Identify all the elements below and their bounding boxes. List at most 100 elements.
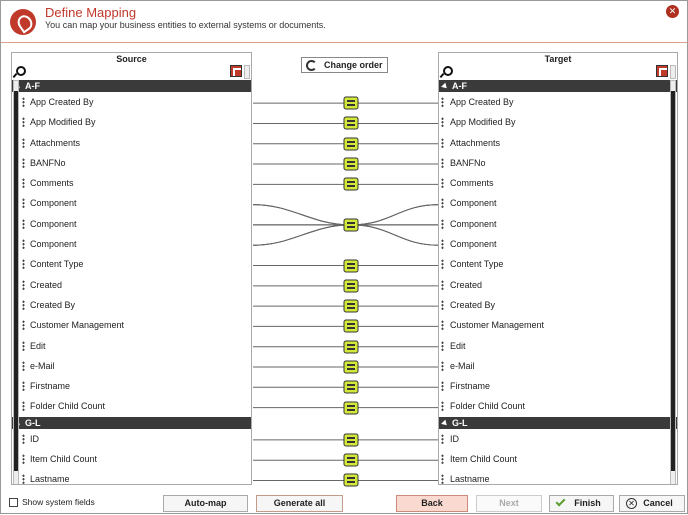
list-item-label: Folder Child Count: [450, 401, 526, 412]
list-item[interactable]: Item Child Count: [439, 449, 677, 469]
list-item[interactable]: Attachments: [439, 133, 677, 153]
list-item-label: Item Child Count: [450, 454, 518, 465]
auto-map-button[interactable]: Auto-map: [163, 495, 248, 512]
list-item-label: Attachments: [450, 137, 501, 148]
target-group-gl: G-L ID Item Child Count Lastname: [439, 416, 677, 485]
mapping-node-icon[interactable]: [343, 473, 359, 487]
list-item[interactable]: Component: [439, 214, 677, 234]
group-header[interactable]: G-L: [439, 416, 677, 429]
mapping-node-icon[interactable]: [343, 177, 359, 191]
mapping-node-icon[interactable]: [343, 340, 359, 354]
list-item[interactable]: Customer Management: [439, 315, 677, 335]
mapping-node-icon[interactable]: [343, 96, 359, 110]
collapse-icon: [441, 419, 449, 428]
drag-handle-icon[interactable]: [441, 239, 444, 250]
drag-handle-icon[interactable]: [441, 433, 444, 444]
list-item-label: Component: [450, 239, 497, 250]
list-item-label: ID: [450, 433, 459, 444]
list-item[interactable]: Component: [439, 193, 677, 213]
mapping-node-icon[interactable]: [343, 279, 359, 293]
list-item-label: e-Mail: [450, 360, 475, 371]
next-button[interactable]: Next: [476, 495, 542, 512]
target-group-af: A-F App Created By App Modified By Attachm…: [439, 80, 677, 417]
cancel-icon: ✕: [626, 498, 637, 509]
list-item[interactable]: Created By: [439, 295, 677, 315]
mapping-node-icon[interactable]: [343, 218, 359, 232]
list-item-label: Content Type: [450, 259, 504, 270]
check-icon: [555, 496, 566, 507]
define-mapping-dialog: Define Mapping You can map your business…: [0, 0, 688, 514]
list-item-label: Component: [450, 198, 497, 209]
list-item[interactable]: Firstname: [439, 376, 677, 396]
drag-handle-icon[interactable]: [441, 299, 444, 310]
list-item-label: Firstname: [450, 381, 491, 392]
list-item[interactable]: Created: [439, 275, 677, 295]
drag-handle-icon[interactable]: [441, 340, 444, 351]
target-panel-title: Target: [544, 54, 572, 64]
mapping-node-icon[interactable]: [343, 157, 359, 171]
list-item-label: Customer Management: [450, 320, 545, 331]
mapping-node-icon[interactable]: [343, 360, 359, 374]
mapping-node-icon[interactable]: [343, 433, 359, 447]
list-item-label: App Created By: [450, 97, 514, 107]
list-item[interactable]: BANFNo: [439, 153, 677, 173]
drag-handle-icon[interactable]: [441, 320, 444, 331]
list-item[interactable]: App Created By: [439, 92, 677, 112]
mapping-node-icon[interactable]: [343, 137, 359, 151]
search-icon[interactable]: [441, 66, 453, 77]
mapping-node-icon[interactable]: [343, 401, 359, 415]
list-item[interactable]: Folder Child Count: [439, 396, 677, 416]
drag-handle-icon[interactable]: [441, 454, 444, 465]
drag-handle-icon[interactable]: [441, 97, 444, 107]
target-panel: Target A-F App Created By App Modified By…: [438, 52, 678, 485]
list-item-label: Lastname: [450, 474, 490, 485]
list-item-label: Comments: [450, 178, 494, 189]
list-item-label: BANFNo: [450, 157, 486, 168]
list-item[interactable]: Content Type: [439, 254, 677, 274]
dialog-footer: Show system fields Auto-map Generate all…: [1, 493, 687, 514]
list-item-label: Component: [450, 218, 497, 229]
list-item-label: Created: [450, 279, 483, 290]
target-scrollbar[interactable]: [670, 80, 676, 484]
mapping-node-icon[interactable]: [343, 259, 359, 273]
list-item[interactable]: ID: [439, 429, 677, 449]
target-toolbar: [439, 65, 677, 80]
drag-handle-icon[interactable]: [441, 474, 444, 484]
list-item-label: Created By: [450, 299, 496, 310]
list-item-label: App Modified By: [450, 117, 516, 128]
drag-handle-icon[interactable]: [441, 360, 444, 371]
mapping-node-icon[interactable]: [343, 319, 359, 333]
list-item[interactable]: e-Mail: [439, 356, 677, 376]
mapping-node-icon[interactable]: [343, 380, 359, 394]
mapping-node-icon[interactable]: [343, 299, 359, 313]
toolbar-scroll[interactable]: [670, 65, 676, 79]
sort-az-icon[interactable]: [656, 65, 668, 77]
mapping-node-icon[interactable]: [343, 116, 359, 130]
collapse-icon: [441, 82, 449, 91]
scrollbar-thumb[interactable]: [671, 91, 675, 471]
show-system-fields-label: Show system fields: [22, 497, 95, 507]
drag-handle-icon[interactable]: [441, 157, 444, 168]
generate-all-button[interactable]: Generate all: [256, 495, 343, 512]
drag-handle-icon[interactable]: [441, 401, 444, 412]
mapping-node-icon[interactable]: [343, 453, 359, 467]
drag-handle-icon[interactable]: [441, 218, 444, 229]
group-header[interactable]: A-F: [439, 80, 677, 92]
drag-handle-icon[interactable]: [441, 259, 444, 270]
cancel-button[interactable]: ✕ Cancel: [619, 495, 685, 512]
drag-handle-icon[interactable]: [441, 137, 444, 148]
drag-handle-icon[interactable]: [441, 198, 444, 209]
list-item[interactable]: Component: [439, 234, 677, 254]
list-item[interactable]: App Modified By: [439, 112, 677, 132]
list-item-label: Edit: [450, 340, 466, 351]
drag-handle-icon[interactable]: [441, 117, 444, 128]
list-item[interactable]: Comments: [439, 173, 677, 193]
finish-button[interactable]: Finish: [549, 495, 614, 512]
list-item[interactable]: Lastname: [439, 469, 677, 485]
list-item[interactable]: Edit: [439, 336, 677, 356]
back-button[interactable]: Back: [396, 495, 468, 512]
drag-handle-icon[interactable]: [441, 178, 444, 189]
drag-handle-icon[interactable]: [441, 381, 444, 392]
show-system-fields-checkbox[interactable]: [9, 498, 18, 507]
drag-handle-icon[interactable]: [441, 279, 444, 290]
